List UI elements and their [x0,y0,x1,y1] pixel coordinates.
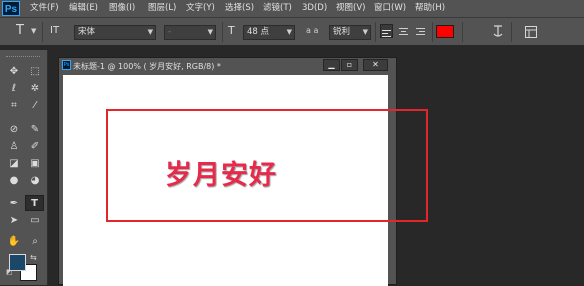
chevron-down-icon: ▼ [207,28,213,36]
separator [432,22,433,42]
separator [222,22,223,42]
character-panel-button[interactable] [524,24,538,38]
separator [511,22,512,42]
gradient-tool-icon[interactable]: ▣ [26,156,44,171]
history-brush-tool-icon[interactable]: ✐ [26,139,44,154]
font-style-value: - [168,27,172,37]
separator [375,22,376,42]
font-family-value: 宋体 [78,27,96,37]
menu-edit[interactable]: 编辑(E) [69,2,98,15]
align-center-button[interactable] [397,24,410,38]
marquee-tool-icon[interactable]: ⬚ [26,64,44,79]
pen-tool-icon[interactable]: ✒ [5,196,23,211]
dodge-tool-icon[interactable]: ◕ [26,173,44,188]
antialias-select[interactable]: 锐利 ▼ [329,25,371,40]
healing-brush-tool-icon[interactable]: ⊘ [5,122,23,137]
toggle-orientation-icon[interactable]: IT [50,24,59,38]
chevron-down-icon: ▼ [147,28,153,36]
close-icon: ✕ [372,60,379,69]
highlight-rectangle [106,109,428,222]
align-right-button[interactable] [414,24,427,38]
document-title[interactable]: 未标题-1 @ 100% ( 岁月安好, RGB/8) * [73,61,221,72]
menu-image[interactable]: 图像(I) [109,2,135,15]
move-tool-icon[interactable]: ✥ [5,64,23,79]
brush-tool-icon[interactable]: ✎ [26,122,44,137]
lasso-tool-icon[interactable]: ℓ [5,81,23,96]
chevron-down-icon: ▼ [362,28,368,36]
separator [42,22,43,42]
menu-filter[interactable]: 滤镜(T) [263,2,292,15]
menu-select[interactable]: 选择(S) [225,2,254,15]
panel-toggle-icon [525,26,537,38]
toolbox: ✥ ⬚ ℓ ✲ ⌗ ⁄ ⊘ ✎ ♙ ✐ ◪ ▣ ● ◕ ✒ T ➤ ▭ ✋ ⌕ … [0,50,48,285]
minimize-icon: ▁ [328,60,335,69]
separator [462,22,463,42]
type-tool-icon[interactable]: T [16,24,24,38]
menu-view[interactable]: 视图(V) [336,2,365,15]
align-left-icon [382,30,391,37]
options-bar: T ▼ IT 宋体 ▼ - ▼ T 48 点 ▼ a a 锐利 ▼ [0,17,584,46]
magic-wand-tool-icon[interactable]: ✲ [26,81,44,96]
warp-text-button[interactable] [491,23,505,39]
crop-tool-icon[interactable]: ⌗ [5,98,23,113]
font-size-icon: T [228,24,235,37]
maximize-button[interactable]: ▫ [341,59,358,71]
align-center-icon [399,28,408,35]
type-tool-icon[interactable]: T [25,195,44,211]
maximize-icon: ▫ [346,60,353,69]
photoshop-logo: Ps [2,1,20,16]
align-right-icon [416,28,425,35]
swap-colors-icon[interactable]: ⇆ [30,253,37,262]
close-button[interactable]: ✕ [363,59,388,71]
menu-file[interactable]: 文件(F) [30,2,59,15]
chevron-down-icon: ▼ [286,28,292,36]
toolbox-grip[interactable] [6,56,40,59]
path-selection-tool-icon[interactable]: ➤ [5,213,23,228]
eraser-tool-icon[interactable]: ◪ [5,156,23,171]
hand-tool-icon[interactable]: ✋ [5,234,23,249]
clone-stamp-tool-icon[interactable]: ♙ [5,139,23,154]
minimize-button[interactable]: ▁ [323,59,340,71]
font-size-value: 48 点 [247,27,270,37]
font-size-select[interactable]: 48 点 ▼ [243,25,295,40]
zoom-tool-icon[interactable]: ⌕ [26,234,44,249]
menu-window[interactable]: 窗口(W) [374,2,406,15]
foreground-color-swatch[interactable] [9,254,26,271]
menu-3d[interactable]: 3D(D) [302,2,327,15]
antialias-icon: a a [306,26,319,35]
menu-bar: Ps 文件(F) 编辑(E) 图像(I) 图层(L) 文字(Y) 选择(S) 滤… [0,0,584,17]
eyedropper-tool-icon[interactable]: ⁄ [26,98,44,113]
font-family-select[interactable]: 宋体 ▼ [74,25,156,40]
menu-type[interactable]: 文字(Y) [186,2,215,15]
warp-text-icon [493,25,503,37]
document-icon: Ps [62,60,71,70]
tool-preset-dropdown-icon[interactable]: ▼ [31,27,36,35]
text-color-swatch[interactable] [436,25,454,38]
font-style-select[interactable]: - ▼ [164,25,216,40]
align-left-button[interactable] [380,24,393,38]
menu-help[interactable]: 帮助(H) [415,2,445,15]
menu-layer[interactable]: 图层(L) [148,2,176,15]
blur-tool-icon[interactable]: ● [5,173,23,188]
antialias-value: 锐利 [333,27,351,37]
rectangle-tool-icon[interactable]: ▭ [26,213,44,228]
